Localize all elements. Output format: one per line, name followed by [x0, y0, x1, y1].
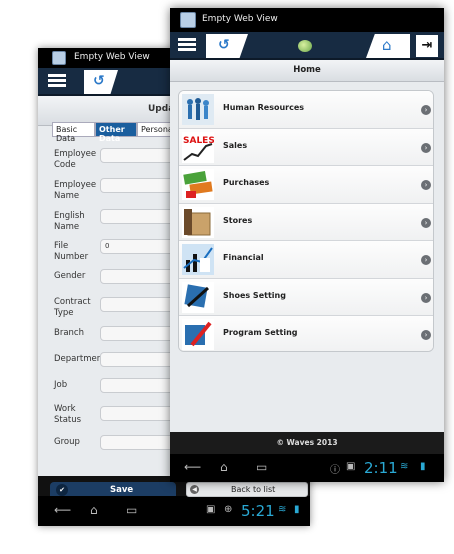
app-icon	[52, 51, 66, 65]
menu-item-label: Sales	[223, 140, 248, 150]
sales-chart-icon: SALES	[182, 131, 215, 163]
menu-item-stores[interactable]: Stores ›	[179, 203, 433, 241]
chevron-right-icon: ›	[421, 292, 431, 303]
settings-icon: ⊕	[224, 504, 233, 515]
menu-item-financial[interactable]: Financial ›	[179, 241, 433, 279]
hr-people-icon	[182, 94, 214, 125]
status-clock: 2:11	[364, 459, 398, 477]
home-icon: ⌂	[382, 36, 392, 54]
chevron-right-icon: ›	[421, 180, 431, 190]
field-label-gender: Gender	[54, 271, 86, 281]
front-device-window: Empty Web View ↺ ⌂ ⇥ Home Human Resource…	[170, 8, 444, 482]
back-to-list-button[interactable]: ◀ Back to list	[186, 482, 308, 497]
page-title: Home	[293, 65, 321, 75]
field-label-employee-name: Employee Name	[54, 180, 97, 201]
field-label-branch: Branch	[54, 328, 84, 338]
field-label-work-status: Work Status	[54, 404, 82, 425]
module-menu-list: Human Resources › SALES Sales › Purchase…	[178, 90, 434, 352]
front-page-header: Home	[170, 60, 444, 82]
battery-icon: ▮	[420, 461, 426, 472]
chevron-right-icon: ›	[421, 142, 431, 153]
back-system-bar: ⟵ ⌂ ▭ ▣ ⊕ 5:21 ≋ ▮	[38, 496, 310, 526]
front-nav-bar: ↺ ⌂ ⇥	[170, 32, 444, 60]
front-app-title: Empty Web View	[202, 14, 278, 24]
field-label-english-name: English Name	[54, 211, 85, 232]
nav-recent-icon[interactable]: ▭	[256, 460, 267, 474]
menu-icon[interactable]	[48, 74, 66, 88]
field-label-employee-code: Employee Code	[54, 149, 97, 170]
battery-icon: ▮	[294, 504, 300, 515]
nav-back-icon[interactable]: ⟵	[54, 503, 71, 517]
back-app-title: Empty Web View	[74, 52, 150, 62]
chevron-left-icon: ◀	[190, 485, 199, 494]
app-icon	[180, 12, 196, 28]
front-title-bar: Empty Web View	[170, 8, 444, 32]
menu-item-sales[interactable]: SALES Sales ›	[179, 128, 433, 166]
gallery-icon: ▣	[206, 504, 216, 515]
program-setting-icon	[182, 319, 214, 350]
back-arrow-icon[interactable]: ↺	[84, 70, 118, 94]
save-label: Save	[110, 485, 134, 495]
status-clock: 5:21	[241, 502, 275, 520]
nav-home-icon[interactable]: ⌂	[90, 503, 98, 517]
back-arrow-icon[interactable]: ↺	[206, 34, 248, 58]
info-icon: ⓘ	[330, 465, 340, 476]
exit-icon[interactable]: ⇥	[416, 35, 438, 57]
tab-personal[interactable]: Personal	[137, 122, 173, 137]
nav-back-icon[interactable]: ⟵	[184, 460, 201, 474]
nav-recent-icon[interactable]: ▭	[126, 503, 137, 517]
field-label-contract-type: Contract Type	[54, 297, 91, 318]
menu-item-label: Purchases	[223, 178, 270, 187]
chevron-right-icon: ›	[421, 330, 431, 340]
gallery-icon: ▣	[346, 461, 356, 472]
field-label-department: Department	[54, 354, 106, 364]
menu-item-label: Stores	[223, 215, 253, 225]
front-system-bar: ⟵ ⌂ ▭ ⓘ ▣ 2:11 ≋ ▮	[170, 454, 444, 482]
tab-basic-data[interactable]: Basic Data	[52, 122, 95, 143]
chevron-right-icon: ›	[421, 105, 431, 115]
field-label-group: Group	[54, 437, 80, 447]
menu-item-shoes-setting[interactable]: Shoes Setting ›	[179, 278, 433, 316]
financial-chart-icon	[182, 244, 214, 275]
cash-credit-icon	[182, 169, 214, 200]
menu-item-label: Human Resources	[223, 103, 305, 112]
tab-other-data[interactable]: Other Data	[95, 122, 137, 143]
menu-item-program-setting[interactable]: Program Setting ›	[179, 316, 433, 351]
menu-item-purchases[interactable]: Purchases ›	[179, 166, 433, 204]
menu-item-label: Financial	[223, 253, 264, 262]
stores-box-icon	[182, 206, 214, 238]
company-logo-icon	[298, 40, 312, 52]
chevron-right-icon: ›	[421, 217, 431, 228]
menu-item-human-resources[interactable]: Human Resources ›	[179, 91, 433, 129]
home-button[interactable]: ⌂	[366, 34, 410, 58]
wifi-icon: ≋	[278, 504, 287, 515]
shoes-setting-icon	[182, 281, 214, 313]
footer-copyright: © Waves 2013	[170, 432, 444, 454]
menu-icon[interactable]	[178, 38, 196, 52]
field-label-job: Job	[54, 380, 68, 390]
chevron-right-icon: ›	[421, 255, 431, 265]
menu-item-label: Program Setting	[223, 328, 298, 337]
menu-item-label: Shoes Setting	[223, 290, 286, 300]
wifi-icon: ≋	[400, 461, 409, 472]
check-icon: ✔	[56, 484, 68, 496]
back-to-list-label: Back to list	[231, 485, 276, 494]
nav-home-icon[interactable]: ⌂	[220, 460, 228, 474]
field-label-file-number: File Number	[54, 241, 89, 262]
